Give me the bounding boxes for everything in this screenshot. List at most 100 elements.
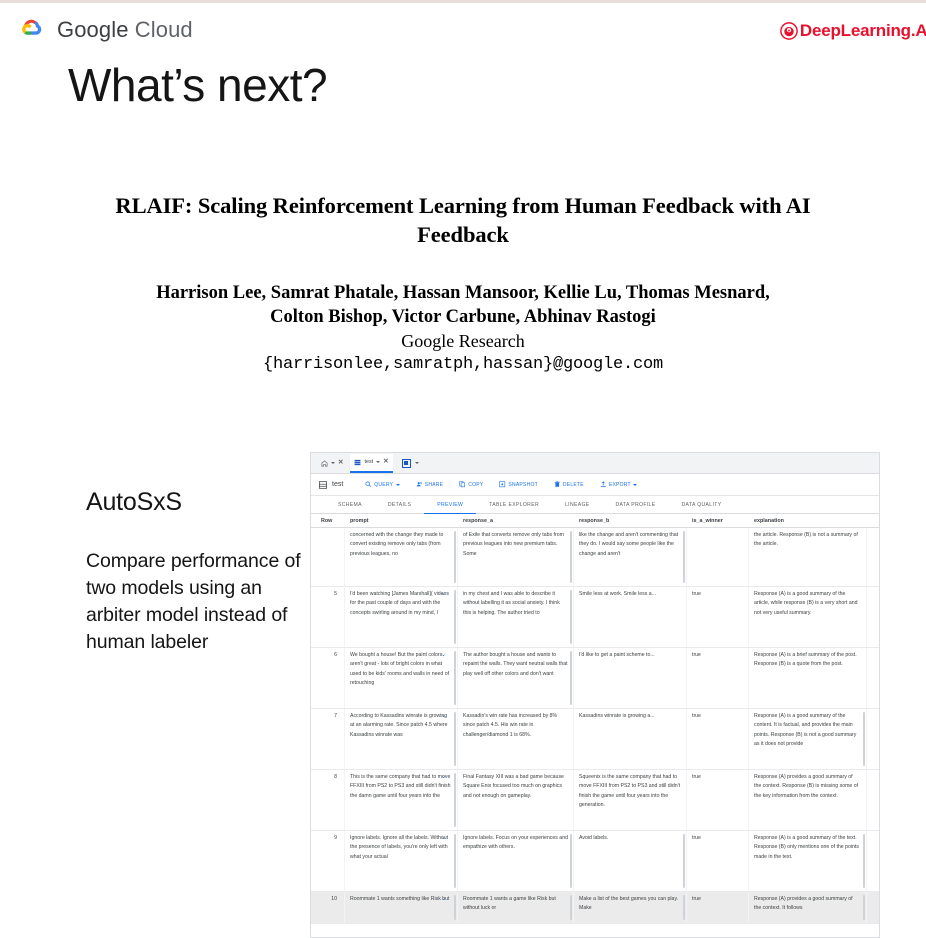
autosxs-description: Compare performance of two models using …: [86, 550, 301, 653]
cell-row: 10: [331, 896, 337, 902]
query-button[interactable]: QUERY: [365, 481, 400, 488]
cell-scrollbar[interactable]: [570, 590, 572, 644]
cell-response-b: like the change and aren't commenting th…: [579, 532, 679, 557]
cell-response-b: Kassadins winrate is growing a...: [579, 713, 655, 719]
chevron-down-icon[interactable]: [395, 483, 400, 486]
cell-scrollbar[interactable]: [570, 895, 572, 920]
chevron-down-icon[interactable]: [414, 462, 419, 464]
table-row[interactable]: 5 I'd been watching [James Marshall]( vi…: [311, 587, 879, 648]
delete-button[interactable]: DELETE: [554, 481, 584, 488]
column-header-explanation[interactable]: explanation: [749, 514, 867, 527]
tab-details[interactable]: DETAILS: [375, 496, 424, 514]
autosxs-heading: AutoSxS: [86, 488, 182, 516]
cell-scrollbar[interactable]: [863, 834, 865, 888]
tab-preview[interactable]: PREVIEW: [424, 496, 477, 514]
table-row[interactable]: 9 Ignore labels. Ignore all the labels. …: [311, 831, 879, 892]
tab-home[interactable]: ✕: [317, 454, 347, 473]
copy-button[interactable]: COPY: [459, 481, 483, 488]
cell-scrollbar[interactable]: [454, 531, 456, 583]
cell-row: 8: [334, 774, 337, 780]
chevron-down-icon[interactable]: ⌄: [441, 713, 446, 719]
table-icon: [355, 459, 361, 465]
cell-explanation: Response (A) is a good summary of the ar…: [754, 591, 858, 616]
export-button[interactable]: EXPORT: [600, 481, 638, 488]
cell-response-b: Make a list of the best games you can pl…: [579, 896, 679, 912]
chevron-down-icon[interactable]: ⌄: [441, 896, 446, 902]
query-button-label: QUERY: [374, 481, 394, 488]
copy-button-label: COPY: [468, 481, 484, 488]
tab-lineage[interactable]: LINEAGE: [552, 496, 603, 514]
paper-authors-line-2: Colton Bishop, Victor Carbune, Abhinav R…: [270, 307, 656, 328]
cell-prompt: I'd been watching [James Marshall]( vide…: [350, 591, 450, 616]
cell-scrollbar[interactable]: [683, 895, 685, 920]
cell-row: 6: [334, 652, 337, 658]
cell-scrollbar[interactable]: [570, 834, 572, 888]
google-cloud-icon: [22, 19, 42, 35]
cell-scrollbar[interactable]: [454, 773, 456, 827]
cell-scrollbar[interactable]: [454, 834, 456, 888]
paper-authors-line-1: Harrison Lee, Samrat Phatale, Hassan Man…: [156, 282, 770, 303]
column-header-response-b[interactable]: response_b: [574, 514, 687, 527]
new-tab-icon[interactable]: [401, 458, 411, 468]
deeplearning-spiral-icon: [780, 22, 798, 40]
new-tab-control[interactable]: [396, 454, 423, 473]
chevron-down-icon[interactable]: ⌄: [441, 591, 446, 597]
table-row[interactable]: 10 Roommate 1 wants something like Risk …: [311, 892, 879, 924]
tab-schema[interactable]: SCHEMA: [325, 496, 375, 514]
cell-scrollbar[interactable]: [570, 531, 572, 583]
cell-is-a-winner: true: [692, 652, 701, 658]
table-action-toolbar: test QUERY SHARE COPY SNAPSHOT DELETE EX…: [311, 474, 879, 496]
cell-scrollbar[interactable]: [683, 531, 685, 583]
tab-test[interactable]: test ✕: [350, 453, 393, 473]
cell-explanation: Response (A) is a brief summary of the p…: [754, 652, 857, 668]
table-row[interactable]: 6 We bought a house! But the paint color…: [311, 648, 879, 709]
cell-scrollbar[interactable]: [863, 712, 865, 766]
tab-data-quality[interactable]: DATA QUALITY: [669, 496, 735, 514]
cell-response-a: Ignore labels. Focus on your experiences…: [463, 835, 568, 851]
table-row[interactable]: 7 According to Kassadins winrate is grow…: [311, 709, 879, 770]
cell-scrollbar[interactable]: [454, 895, 456, 920]
cell-scrollbar[interactable]: [570, 651, 572, 705]
column-header-row[interactable]: Row: [311, 514, 345, 527]
cell-scrollbar[interactable]: [454, 590, 456, 644]
cell-is-a-winner: true: [692, 835, 701, 841]
table-name-label: test: [332, 481, 344, 488]
export-button-label: EXPORT: [608, 481, 631, 488]
chevron-down-icon[interactable]: ⌄: [441, 774, 446, 780]
chevron-down-icon[interactable]: [376, 461, 381, 463]
cell-response-a: in my chest and I was able to describe i…: [463, 591, 560, 616]
chevron-down-icon[interactable]: [331, 462, 335, 464]
column-header-is-a-winner[interactable]: is_a_winner: [687, 514, 749, 527]
cell-response-a: Kassadin's win rate has increased by 8% …: [463, 713, 558, 738]
column-header-response-a[interactable]: response_a: [458, 514, 574, 527]
chevron-down-icon[interactable]: [633, 483, 638, 486]
table-row[interactable]: concerned with the change they made to c…: [311, 528, 879, 587]
cell-scrollbar[interactable]: [683, 834, 685, 888]
column-header-prompt[interactable]: prompt: [345, 514, 458, 527]
close-icon[interactable]: ✕: [383, 458, 388, 466]
slide-top-bar: Google Cloud DeepLearning.AI: [0, 0, 926, 62]
share-button[interactable]: SHARE: [416, 481, 443, 488]
cell-row: 7: [334, 713, 337, 719]
cell-is-a-winner: true: [692, 774, 701, 780]
google-cloud-logo: Google Cloud: [18, 17, 193, 43]
cell-scrollbar[interactable]: [863, 895, 865, 920]
cell-scrollbar[interactable]: [454, 712, 456, 766]
chevron-down-icon[interactable]: ⌄: [441, 652, 446, 658]
cell-response-a: Final Fantasy XIII was a bad game becaus…: [463, 774, 564, 799]
export-icon: [600, 481, 606, 487]
close-icon[interactable]: ✕: [338, 459, 343, 467]
snapshot-button[interactable]: SNAPSHOT: [499, 481, 538, 488]
cell-response-b: I'd like to get a paint scheme to...: [579, 652, 655, 658]
chevron-down-icon[interactable]: ⌄: [441, 835, 446, 841]
cell-explanation: Response (A) is a good summary of the te…: [754, 835, 859, 860]
table-header-row: Row prompt response_a response_b is_a_wi…: [311, 514, 879, 528]
tab-data-profile[interactable]: DATA PROFILE: [603, 496, 669, 514]
tab-table-explorer[interactable]: TABLE EXPLORER: [476, 496, 552, 514]
table-row[interactable]: 8 This is the same company that had to m…: [311, 770, 879, 831]
cell-scrollbar[interactable]: [454, 651, 456, 705]
snapshot-button-label: SNAPSHOT: [508, 481, 538, 488]
table-section-tabs: SCHEMA DETAILS PREVIEW TABLE EXPLORER LI…: [311, 496, 879, 514]
cell-is-a-winner: true: [692, 713, 701, 719]
cell-explanation: Response (A) provides a good summary of …: [754, 896, 853, 912]
